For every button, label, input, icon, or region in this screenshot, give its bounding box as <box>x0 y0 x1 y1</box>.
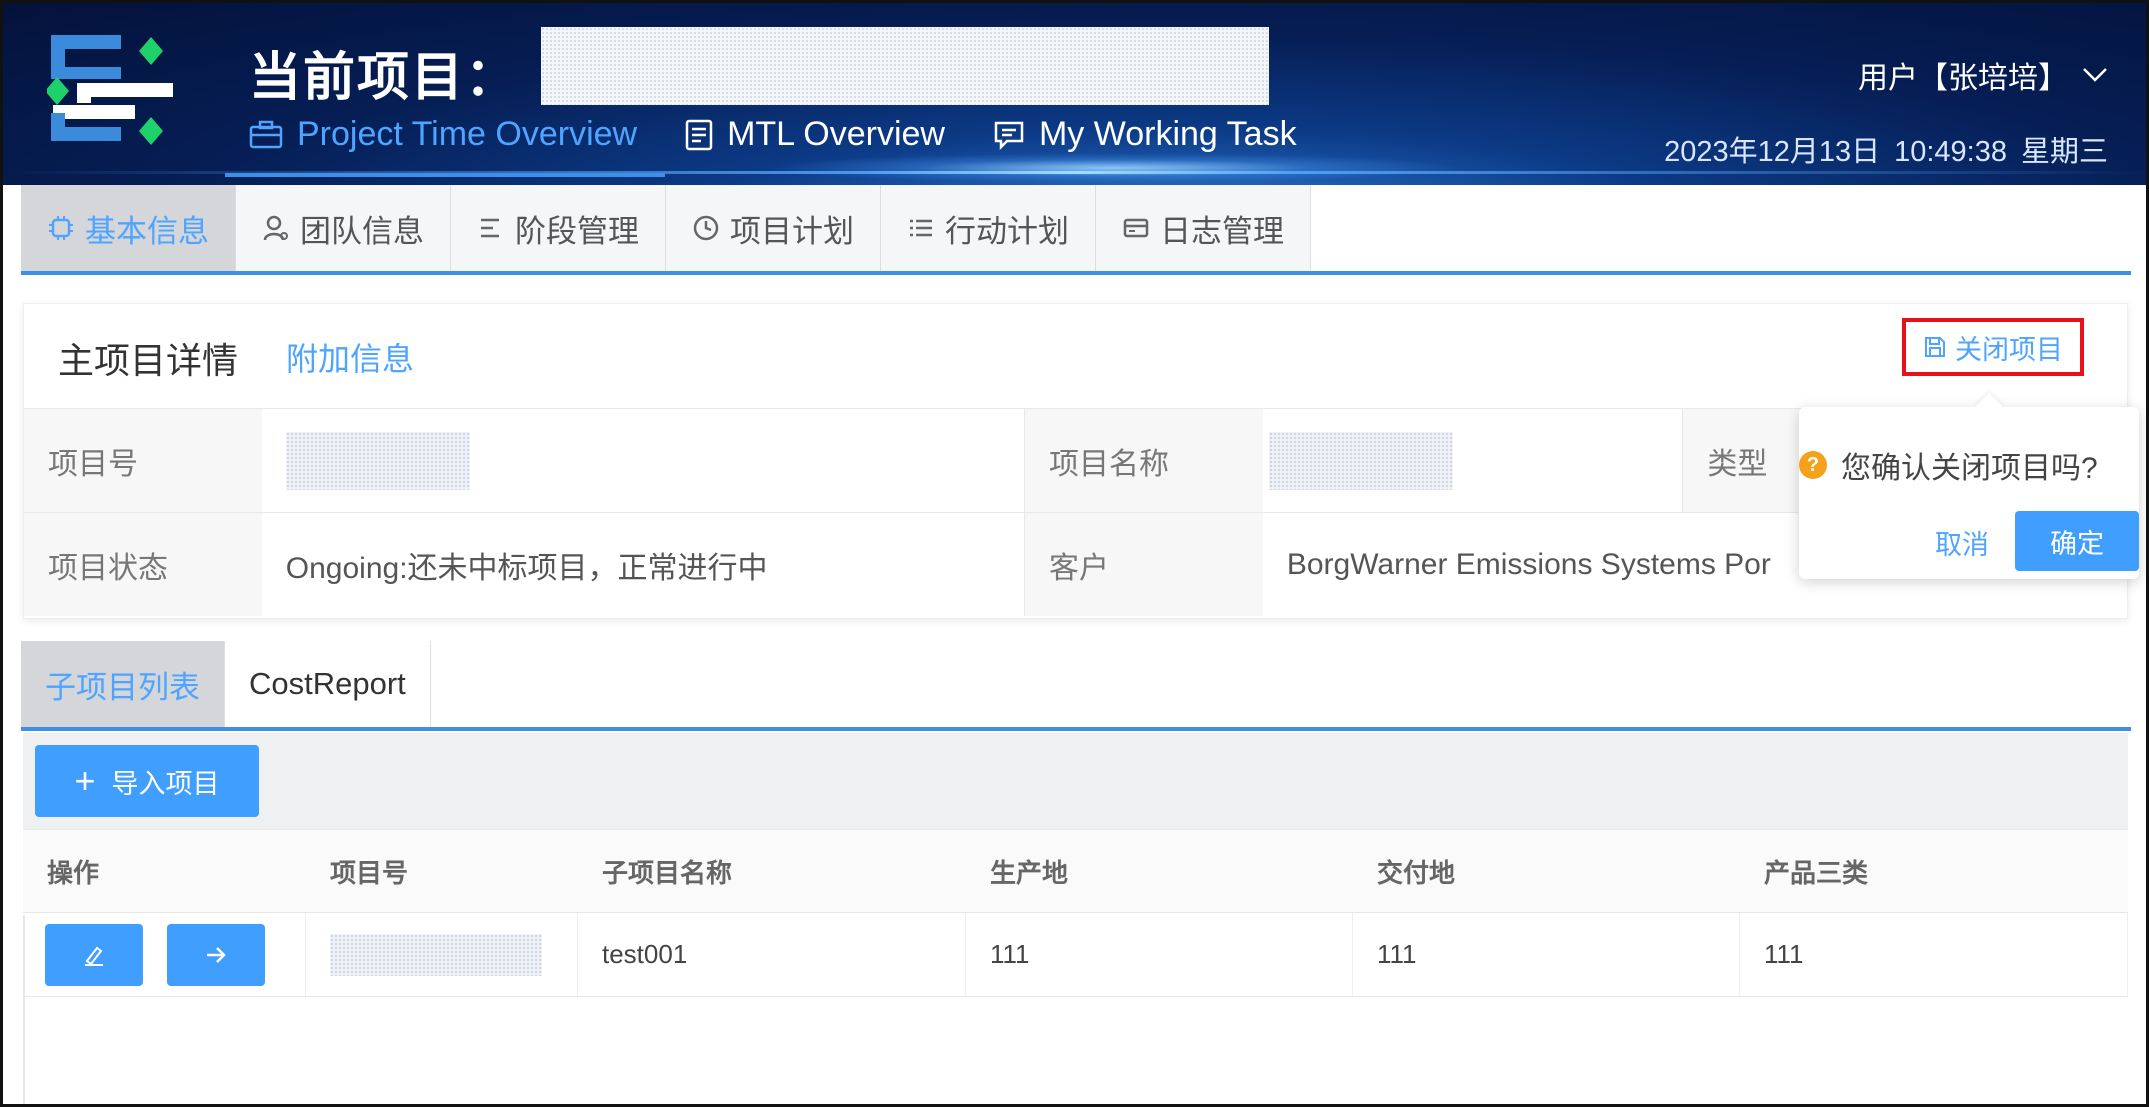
col-header-subproject-name: 子项目名称 <box>602 857 733 888</box>
chevron-down-icon <box>2083 68 2107 82</box>
status-value: Ongoing:还未中标项目，正常进行中 <box>262 513 1026 616</box>
plus-icon: + <box>74 760 96 801</box>
tab-project-plan[interactable]: 项目计划 <box>666 185 881 271</box>
edit-icon <box>85 946 103 966</box>
datetime: 2023年12月13日 10:49:38 星期三 <box>1664 128 2108 170</box>
project-name-value <box>1263 409 1684 512</box>
close-project-label: 关闭项目 <box>1955 334 2063 365</box>
redacted-value <box>285 431 470 490</box>
stage-icon <box>481 218 499 238</box>
cancel-button[interactable]: 取消 <box>1935 523 1989 562</box>
date-text: 2023年12月13日 <box>1664 136 1881 168</box>
nav-label: My Working Task <box>1038 115 1297 153</box>
import-label: 导入项目 <box>111 768 220 799</box>
redacted-value <box>330 933 542 976</box>
table-toolbar: + 导入项目 <box>23 733 2128 829</box>
redacted-value <box>1268 431 1453 490</box>
col-header-production: 生产地 <box>990 857 1069 888</box>
production-cell: 111 <box>966 913 1353 996</box>
top-nav: Project Time Overview MTL Overview My Wo… <box>249 115 1345 154</box>
document-icon <box>685 119 713 150</box>
tab-team-info[interactable]: 团队信息 <box>236 185 451 271</box>
tab-action-plan[interactable]: 行动计划 <box>881 185 1096 271</box>
save-icon <box>1925 337 1945 357</box>
tab-label: 基本信息 <box>85 213 209 249</box>
chip-icon <box>49 216 73 240</box>
arrow-right-icon <box>207 946 226 963</box>
main-tabs: 基本信息 团队信息 阶段管理 项目计划 行动计划 日志管理 <box>21 185 2131 275</box>
tab-label: 行动计划 <box>945 213 1069 249</box>
chat-icon <box>994 121 1024 150</box>
table-row[interactable]: test001 111 111 111 <box>23 913 2128 997</box>
popover-message: ? 您确认关闭项目吗? <box>1799 443 2098 487</box>
tab-log-management[interactable]: 日志管理 <box>1096 185 1311 271</box>
table-left-border <box>23 915 25 1104</box>
tabbar-filler <box>1311 185 2131 271</box>
tab-subproject-list[interactable]: 子项目列表 <box>21 641 225 727</box>
tab-label: 日志管理 <box>1160 213 1284 249</box>
close-project-button[interactable]: 关闭项目 <box>1902 318 2084 376</box>
user-name: 用户【张培培】 <box>1858 62 2068 95</box>
project-no-cell <box>306 913 578 996</box>
list-icon <box>910 219 932 237</box>
logo-icon <box>47 35 173 145</box>
card-title: 主项目详情 <box>58 340 239 381</box>
app-frame: 当前项目： Project Time Overview MTL Overview… <box>0 0 2149 1107</box>
briefcase-icon <box>249 120 283 148</box>
popover-text: 您确认关闭项目吗? <box>1841 452 2098 485</box>
confirm-button[interactable]: 确定 <box>2015 511 2139 571</box>
enter-button[interactable] <box>167 923 265 986</box>
tab-label: 项目计划 <box>730 213 854 249</box>
tab-label: 阶段管理 <box>515 213 639 249</box>
question-icon: ? <box>1799 451 1827 479</box>
weekday-text: 星期三 <box>2020 136 2108 168</box>
nav-mtl-overview[interactable]: MTL Overview <box>685 115 945 154</box>
col-header-product-category: 产品三类 <box>1764 857 1869 888</box>
subproject-name-cell: test001 <box>578 913 966 996</box>
user-icon <box>263 215 288 241</box>
edit-button[interactable] <box>45 923 143 986</box>
tab-stage-management[interactable]: 阶段管理 <box>451 185 666 271</box>
status-label: 项目状态 <box>24 513 262 616</box>
project-no-label: 项目号 <box>24 409 262 512</box>
sub-tabs: 子项目列表 CostReport <box>21 641 2131 731</box>
category-cell: 111 <box>1740 913 2128 996</box>
col-header-actions: 操作 <box>47 857 100 888</box>
time-text: 10:49:38 <box>1894 136 2007 168</box>
nav-active-indicator <box>225 173 665 177</box>
nav-label: MTL Overview <box>727 115 945 153</box>
table-header: 操作 项目号 子项目名称 生产地 交付地 产品三类 <box>23 829 2128 913</box>
confirm-popover: ? 您确认关闭项目吗? 取消 确定 <box>1799 392 2139 579</box>
delivery-cell: 111 <box>1353 913 1740 996</box>
additional-info-link[interactable]: 附加信息 <box>286 334 414 380</box>
header: 当前项目： Project Time Overview MTL Overview… <box>3 3 2146 185</box>
customer-label: 客户 <box>1025 513 1263 616</box>
col-header-delivery: 交付地 <box>1377 857 1456 888</box>
project-name-redacted <box>541 27 1269 105</box>
clock-icon <box>693 215 719 241</box>
project-name-label: 项目名称 <box>1025 409 1263 512</box>
col-header-project-no: 项目号 <box>330 857 409 888</box>
tab-label: 团队信息 <box>300 213 424 249</box>
user-menu[interactable]: 用户【张培培】 <box>1858 53 2108 97</box>
subproject-table: 操作 项目号 子项目名称 生产地 交付地 产品三类 test001 111 11… <box>23 829 2128 997</box>
project-no-value <box>262 409 1026 512</box>
card-icon <box>1123 218 1149 238</box>
page-title: 当前项目： <box>249 49 520 107</box>
nav-label: Project Time Overview <box>297 115 638 153</box>
actions-cell <box>23 913 306 996</box>
card-header: 主项目详情 附加信息 关闭项目 <box>24 304 2127 408</box>
import-project-button[interactable]: + 导入项目 <box>35 745 259 817</box>
tab-cost-report[interactable]: CostReport <box>225 641 431 727</box>
nav-project-time-overview[interactable]: Project Time Overview <box>249 115 637 154</box>
header-glow <box>763 153 1463 183</box>
nav-my-working-task[interactable]: My Working Task <box>993 115 1297 154</box>
tab-basic-info[interactable]: 基本信息 <box>21 185 236 271</box>
